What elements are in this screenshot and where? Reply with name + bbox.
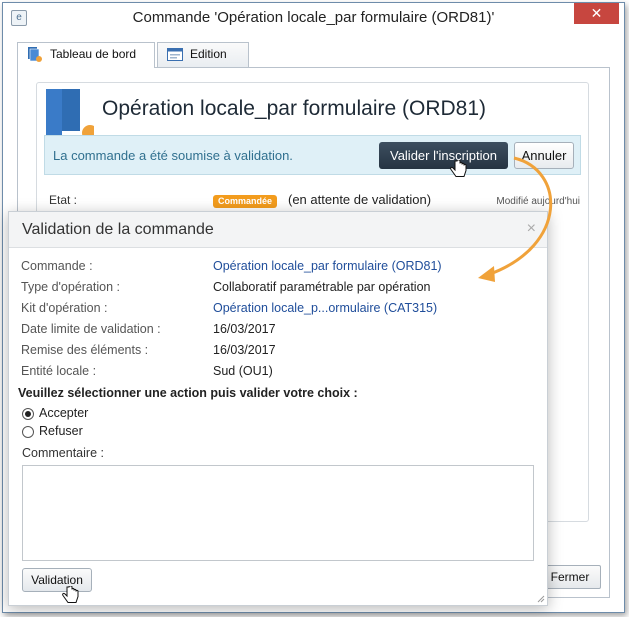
field-value: 16/03/2017 (213, 343, 276, 357)
radio-refuser[interactable] (22, 426, 34, 438)
resize-grip-icon[interactable] (537, 595, 545, 603)
action-prompt: Veuillez sélectionner une action puis va… (18, 386, 358, 400)
close-window-button[interactable]: Fermer (539, 565, 601, 589)
tab-edition[interactable]: Edition (157, 42, 249, 67)
validation-button[interactable]: Validation (22, 568, 92, 592)
field-value: Sud (OU1) (213, 364, 273, 378)
title-bar: e Commande 'Opération locale_par formula… (3, 3, 624, 32)
edition-icon (167, 48, 183, 61)
tab-tableau-de-bord[interactable]: Tableau de bord (17, 42, 155, 68)
tab-label: Tableau de bord (50, 47, 137, 61)
comment-label: Commentaire : (22, 446, 104, 460)
field-label: Type d'opération : (21, 280, 120, 294)
hand-cursor-icon (450, 160, 467, 177)
order-header-icon (46, 89, 94, 137)
curved-arrow-icon (478, 156, 553, 282)
dialog-header: Validation de la commande × (9, 212, 547, 248)
field-value: Collaboratif paramétrable par opération (213, 280, 431, 294)
field-value: 16/03/2017 (213, 322, 276, 336)
field-label: Date limite de validation : (21, 322, 161, 336)
field-label: Entité locale : (21, 364, 97, 378)
validation-dialog: Validation de la commande × Commande : O… (8, 211, 548, 606)
status-badge: Commandée (213, 195, 278, 208)
page-title: Opération locale_par formulaire (ORD81) (102, 97, 486, 120)
state-label: Etat : (49, 193, 78, 207)
dashboard-icon (28, 47, 42, 62)
field-label: Commande : (21, 259, 93, 273)
window-close-button[interactable]: ✕ (574, 3, 619, 24)
hand-cursor-icon (62, 586, 79, 603)
field-value-link[interactable]: Opération locale_p...ormulaire (CAT315) (213, 301, 437, 315)
radio-accepter[interactable] (22, 408, 34, 420)
field-value-link[interactable]: Opération locale_par formulaire (ORD81) (213, 259, 442, 273)
window-title: Commande 'Opération locale_par formulair… (132, 9, 495, 26)
tab-label: Edition (190, 47, 227, 61)
radio-label[interactable]: Accepter (39, 406, 88, 420)
info-message: La commande a été soumise à validation. (53, 148, 293, 163)
state-text: (en attente de validation) (288, 192, 432, 207)
field-label: Remise des éléments : (21, 343, 149, 357)
radio-label[interactable]: Refuser (39, 424, 83, 438)
comment-textarea[interactable] (22, 465, 534, 561)
dialog-title: Validation de la commande (22, 221, 214, 238)
field-label: Kit d'opération : (21, 301, 108, 315)
